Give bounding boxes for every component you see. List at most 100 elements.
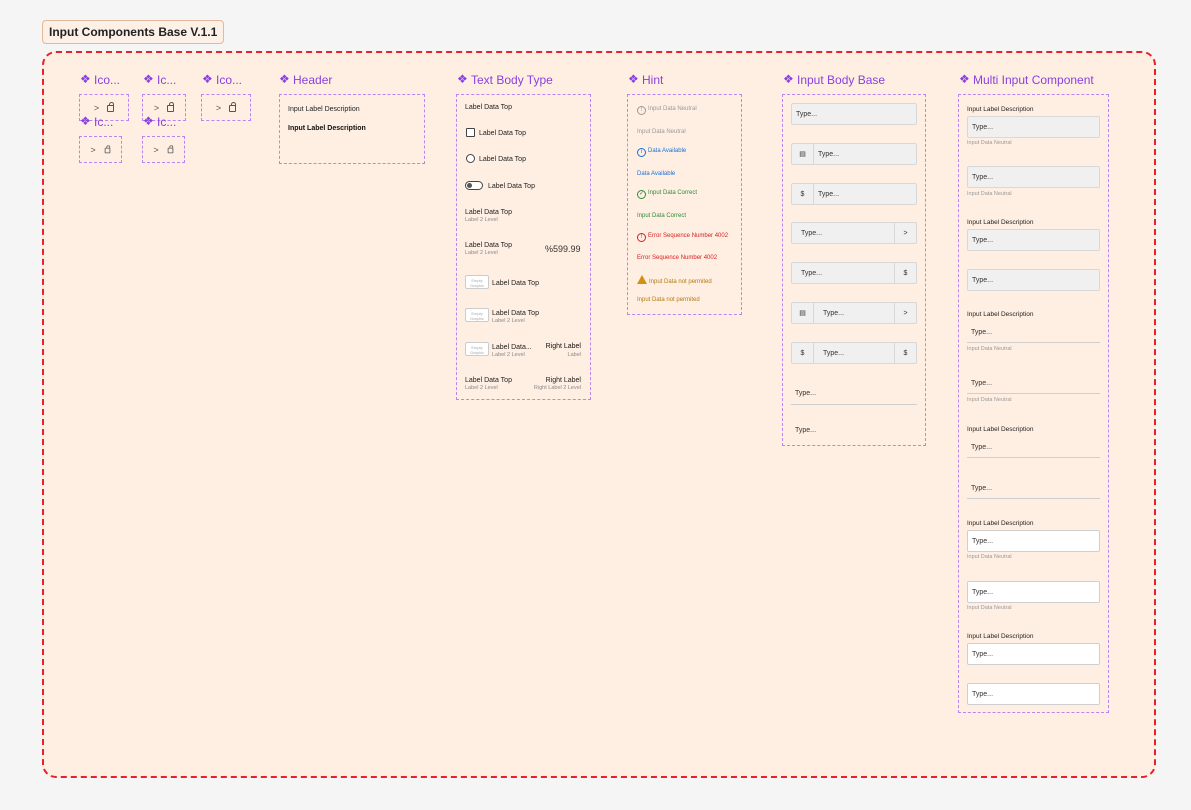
chart-icon: ▤ bbox=[792, 303, 814, 323]
graphic-right-sublabel: Label 2 Level bbox=[492, 352, 525, 358]
chevron-right-icon: > bbox=[153, 102, 160, 113]
icon-component-title-2[interactable]: Ic... bbox=[143, 72, 176, 87]
field-label: Input Label Description bbox=[967, 426, 1034, 433]
icon-component-title-4[interactable]: Ic... bbox=[80, 114, 113, 129]
header-label-bold: Input Label Description bbox=[288, 125, 366, 132]
two-level-label: Label Data Top bbox=[465, 209, 512, 216]
dollar-icon: $ bbox=[894, 343, 916, 363]
text-input[interactable]: Type... bbox=[967, 643, 1100, 665]
text-input[interactable]: Type... bbox=[791, 103, 917, 125]
chevron-right-icon: > bbox=[153, 144, 159, 155]
hint-neutral: Input Data Neutral bbox=[637, 129, 686, 135]
checkbox[interactable] bbox=[466, 128, 475, 137]
component-icon bbox=[143, 72, 154, 86]
lock-icon bbox=[107, 102, 115, 112]
hint-title[interactable]: Hint bbox=[628, 72, 663, 87]
toggle-label: Label Data Top bbox=[488, 183, 535, 190]
component-icon bbox=[279, 72, 290, 86]
field-hint: Input Data Neutral bbox=[967, 397, 1012, 403]
hint-warning: Input Data not permited bbox=[637, 297, 700, 303]
lock-icon bbox=[104, 145, 110, 154]
chevron-right-icon: > bbox=[93, 102, 100, 113]
icon-variant-4[interactable]: > bbox=[79, 136, 122, 163]
right-label: Right Label bbox=[545, 377, 581, 384]
icon-component-title-5[interactable]: Ic... bbox=[143, 114, 176, 129]
hint-correct-with-icon: ✓ Input Data Correct bbox=[637, 190, 698, 199]
page-title[interactable]: Input Components Base V.1.1 bbox=[42, 20, 225, 44]
hint-available-with-icon: i Data Available bbox=[637, 148, 686, 157]
chevron-right-icon: > bbox=[90, 144, 96, 155]
price-row-label: Label Data Top bbox=[465, 242, 512, 249]
underline-input[interactable]: Type... bbox=[967, 478, 1100, 499]
right-sublabel: Right Label 2 Level bbox=[533, 385, 581, 391]
multi-input-title[interactable]: Multi Input Component bbox=[959, 72, 1094, 87]
component-icon bbox=[80, 114, 91, 128]
text-input[interactable]: Type... bbox=[967, 581, 1100, 603]
text-input-icon-chevron[interactable]: ▤ Type... > bbox=[791, 302, 917, 324]
currency-input-suffix[interactable]: Type... $ bbox=[791, 262, 917, 284]
radio-button[interactable] bbox=[466, 154, 475, 163]
component-icon bbox=[457, 72, 468, 86]
error-icon: ! bbox=[637, 233, 646, 242]
graphic-right-label: Label Data... bbox=[492, 344, 532, 351]
dollar-icon: $ bbox=[792, 184, 814, 204]
text-input[interactable]: Type... bbox=[967, 683, 1100, 705]
right-sublabel: Label bbox=[567, 352, 581, 358]
text-body-title[interactable]: Text Body Type bbox=[457, 72, 553, 87]
lock-icon bbox=[167, 102, 175, 112]
hint-error: Error Sequence Number 4002 bbox=[637, 255, 718, 261]
icon-component-title-3[interactable]: Ico... bbox=[202, 72, 242, 87]
icon-variant-5[interactable]: > bbox=[142, 136, 185, 163]
dollar-icon: $ bbox=[792, 343, 814, 363]
text-input[interactable]: Type... bbox=[967, 229, 1100, 251]
currency-input-both[interactable]: $ Type... $ bbox=[791, 342, 917, 364]
component-icon bbox=[628, 72, 639, 86]
component-icon bbox=[783, 72, 794, 86]
currency-input-prefix[interactable]: $ Type... bbox=[791, 183, 917, 205]
icon-component-title-1[interactable]: Ico... bbox=[80, 72, 120, 87]
input-body-base-component[interactable]: Type... ▤ Type... $ Type... Type... > Type.… bbox=[782, 94, 926, 446]
component-icon bbox=[143, 114, 154, 128]
empty-graphic: Empty Graphic bbox=[465, 342, 489, 356]
component-icon bbox=[80, 72, 91, 86]
input-body-base-title[interactable]: Input Body Base bbox=[783, 72, 885, 87]
plain-label: Label Data Top bbox=[465, 104, 512, 111]
hint-warning-with-icon: Input Data not permited bbox=[637, 275, 712, 285]
info-icon: ! bbox=[637, 106, 646, 115]
right-label: Right Label bbox=[545, 343, 581, 350]
header-component-title[interactable]: Header bbox=[279, 72, 332, 87]
text-input[interactable]: Type... bbox=[967, 269, 1100, 291]
multi-input-component[interactable]: Input Label Description Type... Input Da… bbox=[958, 94, 1109, 713]
hint-correct: Input Data Correct bbox=[637, 213, 687, 219]
checkbox-label: Label Data Top bbox=[479, 130, 526, 137]
underline-input[interactable]: Type... bbox=[967, 322, 1100, 343]
underline-input[interactable]: Type... bbox=[791, 383, 917, 405]
icon-variant-3[interactable]: > bbox=[201, 94, 251, 121]
hint-available: Data Available bbox=[637, 171, 676, 177]
header-component[interactable]: Input Label Description Input Label Desc… bbox=[279, 94, 425, 164]
field-hint: Input Data Neutral bbox=[967, 554, 1012, 560]
text-input-with-icon[interactable]: ▤ Type... bbox=[791, 143, 917, 165]
text-input[interactable]: Type... bbox=[967, 116, 1100, 138]
field-hint: Input Data Neutral bbox=[967, 605, 1012, 611]
price-value: %599.99 bbox=[545, 244, 581, 254]
chevron-right-icon[interactable]: > bbox=[894, 303, 916, 323]
right-row-label: Label Data Top bbox=[465, 377, 512, 384]
plain-input[interactable]: Type... bbox=[791, 420, 917, 440]
text-input[interactable]: Type... bbox=[967, 166, 1100, 188]
lock-icon bbox=[167, 145, 173, 154]
underline-input[interactable]: Type... bbox=[967, 437, 1100, 458]
field-hint: Input Data Neutral bbox=[967, 191, 1012, 197]
underline-input[interactable]: Type... bbox=[967, 373, 1100, 394]
toggle-switch[interactable] bbox=[465, 181, 483, 190]
header-label-regular: Input Label Description bbox=[288, 106, 360, 113]
text-body-component[interactable]: Label Data Top Label Data Top Label Data… bbox=[456, 94, 591, 400]
text-input-with-chevron[interactable]: Type... > bbox=[791, 222, 917, 244]
text-input[interactable]: Type... bbox=[967, 530, 1100, 552]
empty-graphic: Empty Graphic bbox=[465, 308, 489, 322]
field-label: Input Label Description bbox=[967, 633, 1034, 640]
chevron-right-icon[interactable]: > bbox=[894, 223, 916, 243]
field-hint: Input Data Neutral bbox=[967, 346, 1012, 352]
hint-component[interactable]: ! Input Data Neutral Input Data Neutral i… bbox=[627, 94, 742, 315]
info-icon: i bbox=[637, 148, 646, 157]
